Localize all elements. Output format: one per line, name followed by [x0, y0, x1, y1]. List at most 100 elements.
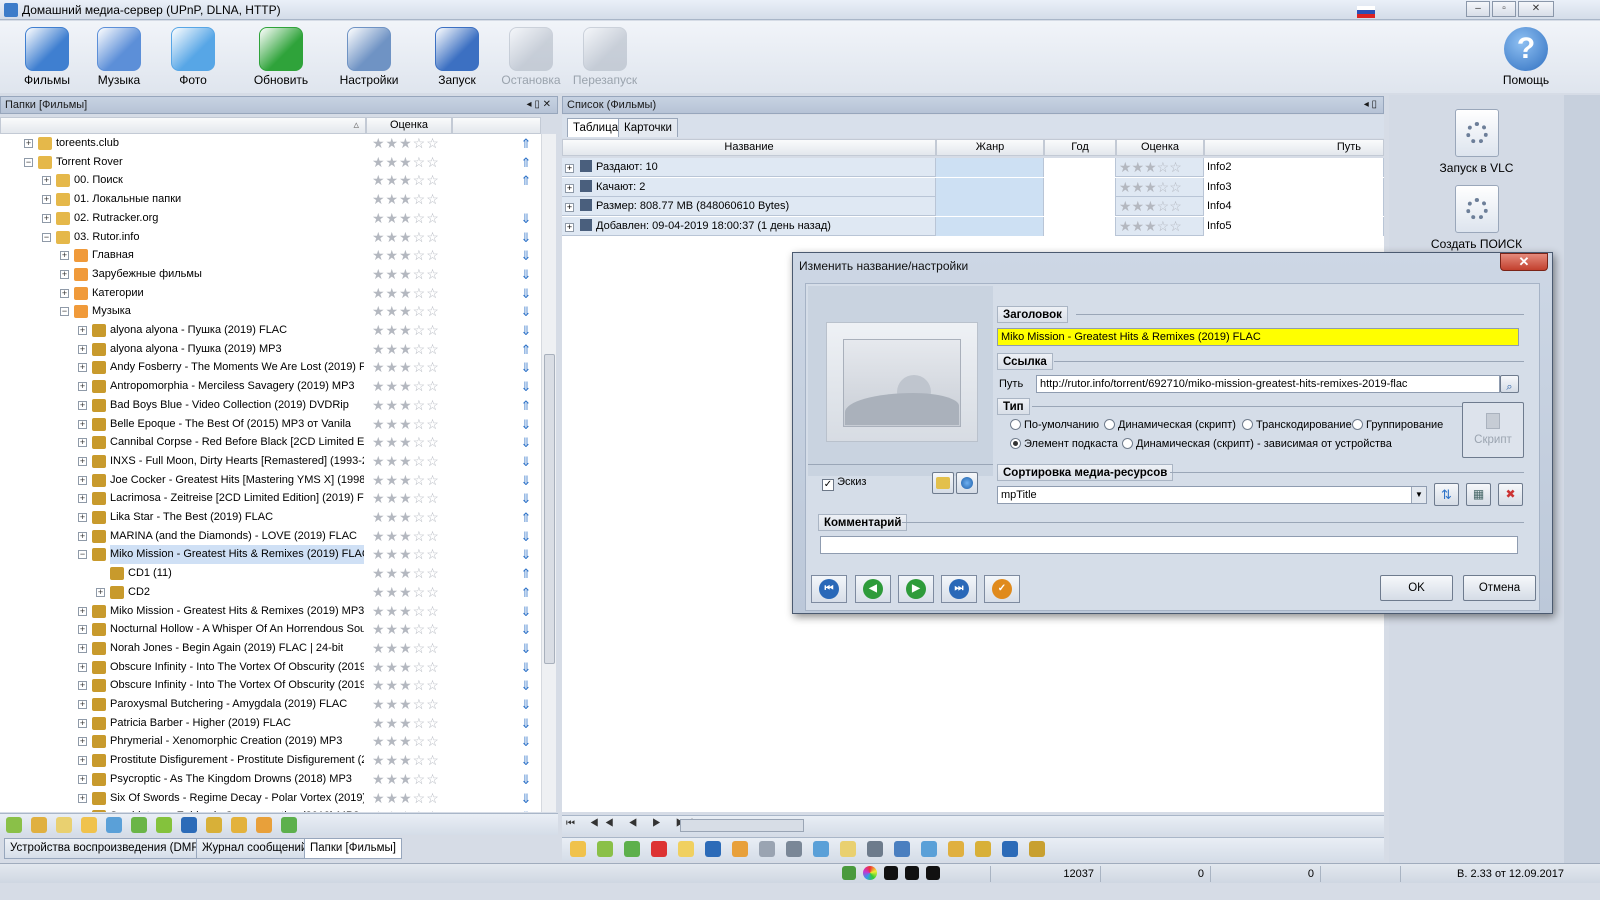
- panel-pin-icon[interactable]: ◂ ▯ ✕: [527, 97, 551, 113]
- tree-item[interactable]: + INXS - Full Moon, Dirty Hearts [Remaste…: [0, 452, 540, 471]
- expand-toggle-icon[interactable]: +: [60, 288, 69, 298]
- tree-tool-icon-7[interactable]: [181, 817, 197, 833]
- list-hscroll[interactable]: ⏮ ◀◀ ◀ ▶ ▶▶ ⏭: [562, 815, 1384, 835]
- tree-item[interactable]: + Obscure Infinity - Into The Vortex Of O…: [0, 676, 540, 695]
- rating-stars[interactable]: ★★★☆☆: [372, 807, 440, 812]
- rating-stars[interactable]: ★★★☆☆: [372, 153, 440, 172]
- row-rating-stars[interactable]: ★★★☆☆: [1116, 158, 1204, 177]
- radio-circle[interactable]: [1242, 419, 1253, 430]
- rating-stars[interactable]: ★★★☆☆: [372, 583, 440, 602]
- tree-scrollbar-thumb[interactable]: [544, 354, 555, 664]
- tree-tool-icon-5[interactable]: [131, 817, 147, 833]
- rating-stars[interactable]: ★★★☆☆: [372, 639, 440, 658]
- expand-toggle-icon[interactable]: +: [78, 419, 87, 429]
- sort-up-icon[interactable]: ⇑: [520, 156, 532, 169]
- list-tool-icon-14[interactable]: [948, 841, 964, 857]
- row-rating-stars[interactable]: ★★★☆☆: [1116, 216, 1204, 236]
- sort-down-icon[interactable]: ⇓: [520, 773, 532, 786]
- language-flag-icon[interactable]: [1357, 6, 1375, 18]
- type-radio-2[interactable]: Транскодирование: [1242, 418, 1352, 432]
- sort-down-icon[interactable]: ⇓: [520, 418, 532, 431]
- chevron-down-icon[interactable]: ▼: [1411, 487, 1426, 503]
- list-tool-icon-13[interactable]: [921, 841, 937, 857]
- folder-tree[interactable]: + toreents.club ★★★☆☆ ⇑ − Torrent Rover ★★★☆☆ ⇑…: [0, 134, 556, 812]
- tree-tool-icon-2[interactable]: [56, 817, 72, 833]
- sort-down-icon[interactable]: ⇓: [520, 698, 532, 711]
- sort-select[interactable]: mpTitle ▼: [997, 486, 1427, 504]
- list-tool-icon-7[interactable]: [759, 841, 775, 857]
- expand-toggle-icon[interactable]: +: [78, 475, 87, 485]
- tree-item[interactable]: +Symbiotaxy - Epidemic Consummation (201…: [0, 807, 540, 812]
- list-tool-icon-17[interactable]: [1029, 841, 1045, 857]
- rating-stars[interactable]: ★★★☆☆: [372, 228, 440, 247]
- expand-toggle-icon[interactable]: +: [565, 164, 574, 173]
- list-tool-icon-16[interactable]: [1002, 841, 1018, 857]
- list-tab-1[interactable]: Карточки: [618, 118, 678, 137]
- sort-down-icon[interactable]: ⇓: [520, 249, 532, 262]
- expand-toggle-icon[interactable]: +: [78, 456, 87, 466]
- list-tool-icon-2[interactable]: [624, 841, 640, 857]
- expand-toggle-icon[interactable]: +: [78, 643, 87, 653]
- minimize-button[interactable]: –: [1466, 1, 1490, 17]
- rating-stars[interactable]: ★★★☆☆: [372, 564, 440, 583]
- rating-stars[interactable]: ★★★☆☆: [372, 358, 440, 377]
- type-radio-4[interactable]: Элемент подкаста: [1010, 437, 1118, 451]
- column-header-2[interactable]: Год: [1044, 139, 1116, 156]
- sort-down-icon[interactable]: ⇓: [520, 268, 532, 281]
- sort-down-icon[interactable]: ⇓: [520, 623, 532, 636]
- sort-up-icon[interactable]: ⇑: [520, 343, 532, 356]
- sort-down-icon[interactable]: ⇓: [520, 792, 532, 805]
- sort-down-icon[interactable]: ⇓: [520, 642, 532, 655]
- tree-item[interactable]: + Miko Mission - Greatest Hits & Remixes …: [0, 602, 540, 621]
- bottom-tab-0[interactable]: Устройства воспроизведения (DMR): [4, 838, 210, 859]
- tree-item[interactable]: +01. Локальные папки ★★★☆☆: [0, 190, 540, 209]
- expand-toggle-icon[interactable]: −: [24, 157, 33, 167]
- sort-down-icon[interactable]: ⇓: [520, 605, 532, 618]
- sort-down-icon[interactable]: ⇓: [520, 287, 532, 300]
- expand-toggle-icon[interactable]: −: [42, 232, 51, 242]
- list-tool-icon-11[interactable]: [867, 841, 883, 857]
- expand-toggle-icon[interactable]: +: [78, 625, 87, 635]
- path-input[interactable]: http://rutor.info/torrent/692710/miko-mi…: [1036, 375, 1500, 393]
- close-window-button[interactable]: ✕: [1518, 1, 1554, 17]
- sort-down-icon[interactable]: ⇓: [520, 324, 532, 337]
- toolbar-button-4[interactable]: Настройки: [332, 23, 406, 91]
- sort-down-icon[interactable]: ⇓: [520, 380, 532, 393]
- maximize-button[interactable]: ▫: [1492, 1, 1516, 17]
- rating-stars[interactable]: ★★★☆☆: [372, 545, 440, 564]
- expand-toggle-icon[interactable]: +: [96, 587, 105, 597]
- rating-stars[interactable]: ★★★☆☆: [372, 284, 440, 303]
- expand-toggle-icon[interactable]: +: [565, 183, 574, 193]
- tree-tool-icon-0[interactable]: [6, 817, 22, 833]
- expand-toggle-icon[interactable]: +: [78, 737, 87, 747]
- tree-item[interactable]: + Категории ★★★☆☆ ⇓: [0, 284, 540, 303]
- sort-down-icon[interactable]: ⇓: [520, 305, 532, 318]
- expand-toggle-icon[interactable]: +: [78, 774, 87, 784]
- expand-toggle-icon[interactable]: −: [78, 550, 87, 560]
- expand-toggle-icon[interactable]: +: [78, 326, 87, 335]
- sort-down-icon[interactable]: ⇓: [520, 548, 532, 561]
- comment-input[interactable]: [820, 536, 1518, 554]
- radio-circle[interactable]: [1122, 438, 1133, 449]
- expand-toggle-icon[interactable]: +: [78, 531, 87, 541]
- tree-tool-icon-10[interactable]: [256, 817, 272, 833]
- rating-stars[interactable]: ★★★☆☆: [372, 789, 440, 808]
- tree-item[interactable]: + Главная ★★★☆☆ ⇓: [0, 246, 540, 265]
- rating-stars[interactable]: ★★★☆☆: [372, 265, 440, 284]
- tree-item[interactable]: + Six Of Swords - Regime Decay - Polar Vo…: [0, 789, 540, 808]
- tree-item[interactable]: + Norah Jones - Begin Again (2019) FLAC |…: [0, 639, 540, 658]
- expand-toggle-icon[interactable]: +: [78, 700, 87, 709]
- action-item-1[interactable]: Создать ПОИСК: [1389, 185, 1564, 251]
- tree-tool-icon-11[interactable]: [281, 817, 297, 833]
- rating-stars[interactable]: ★★★☆☆: [372, 732, 440, 751]
- web-image-button[interactable]: [956, 472, 978, 494]
- expand-toggle-icon[interactable]: +: [42, 195, 51, 205]
- radio-circle[interactable]: [1010, 438, 1021, 449]
- apply-check-button[interactable]: ✓: [984, 575, 1020, 603]
- tree-item[interactable]: + toreents.club ★★★☆☆ ⇑: [0, 134, 540, 153]
- type-radio-0[interactable]: По-умолчанию: [1010, 418, 1099, 432]
- expand-toggle-icon[interactable]: +: [24, 139, 33, 148]
- sort-down-icon[interactable]: ⇓: [520, 735, 532, 748]
- rating-stars[interactable]: ★★★☆☆: [372, 602, 440, 621]
- rating-stars[interactable]: ★★★☆☆: [372, 714, 440, 733]
